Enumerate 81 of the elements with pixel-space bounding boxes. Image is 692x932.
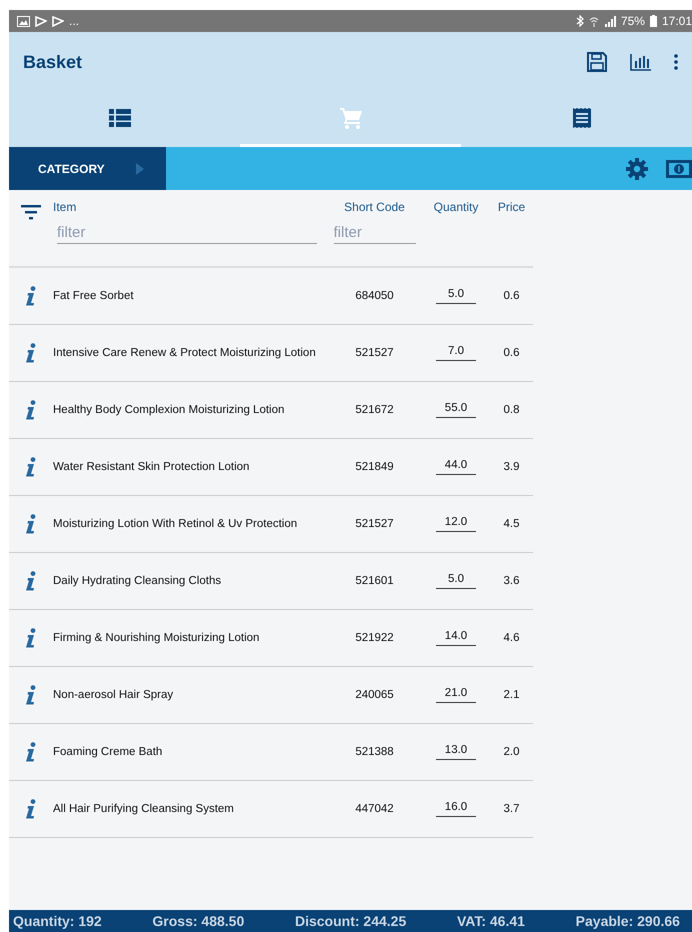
screen-title: Basket	[23, 52, 82, 72]
info-icon[interactable]	[25, 457, 37, 477]
short-code: 521672	[354, 404, 395, 416]
column-header[interactable]: Quantity	[434, 200, 478, 214]
quantity-field[interactable]: 13.0	[436, 744, 476, 760]
info-icon[interactable]	[25, 685, 37, 705]
total-value: Payable: 290.66	[576, 913, 680, 929]
category-button[interactable]: CATEGORY	[9, 147, 166, 190]
item-name: Firming & Nourishing Moisturizing Lotion	[53, 632, 260, 644]
total-value: Gross: 488.50	[152, 913, 244, 929]
item-name: Healthy Body Complexion Moisturizing Lotion	[53, 404, 286, 416]
price: 0.6	[502, 347, 520, 359]
price: 3.7	[502, 803, 520, 815]
code-filter-field[interactable]: filter	[334, 222, 416, 244]
info-icon[interactable]	[25, 286, 37, 306]
short-code: 240065	[354, 689, 395, 701]
bluetooth-icon	[576, 15, 584, 27]
wifi-icon	[588, 16, 599, 26]
info-icon[interactable]	[25, 742, 37, 762]
quantity-field[interactable]: 14.0	[436, 630, 476, 646]
info-icon[interactable]	[25, 628, 37, 648]
column-header[interactable]: Price	[490, 200, 533, 214]
banknote-icon[interactable]	[666, 160, 692, 178]
clock: 17:01	[662, 14, 692, 28]
item-name: All Hair Purifying Cleansing System	[53, 803, 235, 815]
price: 3.6	[502, 575, 520, 587]
short-code: 521388	[354, 746, 395, 758]
item-name: Intensive Care Renew & Protect Moisturizing Lotion	[53, 347, 317, 359]
filter-icon[interactable]	[21, 204, 41, 220]
item-name: Water Resistant Skin Protection Lotion	[53, 461, 250, 473]
column-header[interactable]: Short Code	[344, 200, 405, 214]
battery-percent: 75%	[620, 14, 645, 28]
total-value: Quantity: 192	[13, 913, 102, 929]
more-options-icon[interactable]	[674, 54, 678, 70]
column-header[interactable]: Item	[53, 200, 76, 214]
quantity-field[interactable]: 55.0	[436, 402, 476, 418]
play-arrow-icon	[136, 162, 144, 174]
quantity-field[interactable]: 44.0	[436, 459, 476, 475]
price: 2.0	[502, 746, 520, 758]
save-icon[interactable]	[586, 51, 608, 73]
short-code: 447042	[354, 803, 395, 815]
quantity-field[interactable]: 21.0	[436, 687, 476, 703]
quantity-field[interactable]: 7.0	[436, 345, 476, 361]
short-code: 521922	[354, 632, 395, 644]
info-icon[interactable]	[25, 571, 37, 591]
item-name: Moisturizing Lotion With Retinol & Uv Protection	[53, 518, 298, 530]
receipt-icon	[572, 108, 590, 128]
cart-icon	[340, 108, 362, 128]
short-code: 684050	[354, 290, 395, 302]
quantity-field[interactable]: 16.0	[436, 801, 476, 817]
price: 0.8	[502, 404, 520, 416]
quantity-field[interactable]: 12.0	[436, 516, 476, 532]
item-filter-field[interactable]: filter	[57, 222, 317, 244]
price: 3.9	[502, 461, 520, 473]
info-icon[interactable]	[25, 343, 37, 363]
bar-chart-icon[interactable]	[630, 53, 652, 71]
info-icon[interactable]	[25, 799, 37, 819]
price: 0.6	[502, 290, 520, 302]
info-icon[interactable]	[25, 400, 37, 420]
signal-icon	[604, 16, 616, 26]
settings-icon[interactable]	[626, 158, 648, 180]
list-icon	[108, 109, 130, 127]
price: 2.1	[502, 689, 520, 701]
battery-icon	[650, 15, 657, 27]
item-name: Non-aerosol Hair Spray	[53, 689, 174, 701]
quantity-field[interactable]: 5.0	[436, 573, 476, 589]
short-code: 521527	[354, 518, 395, 530]
image-icon	[17, 16, 30, 26]
quantity-field[interactable]: 5.0	[436, 288, 476, 304]
short-code: 521601	[354, 575, 395, 587]
item-name: Fat Free Sorbet	[53, 290, 135, 302]
more-notifications: ...	[69, 14, 80, 28]
price: 4.6	[502, 632, 520, 644]
item-name: Daily Hydrating Cleansing Cloths	[53, 575, 222, 587]
total-value: VAT: 46.41	[456, 913, 525, 929]
info-icon[interactable]	[25, 514, 37, 534]
item-name: Foaming Creme Bath	[53, 746, 164, 758]
price: 4.5	[502, 518, 520, 530]
short-code: 521849	[354, 461, 395, 473]
short-code: 521527	[354, 347, 395, 359]
total-value: Discount: 244.25	[294, 913, 406, 929]
